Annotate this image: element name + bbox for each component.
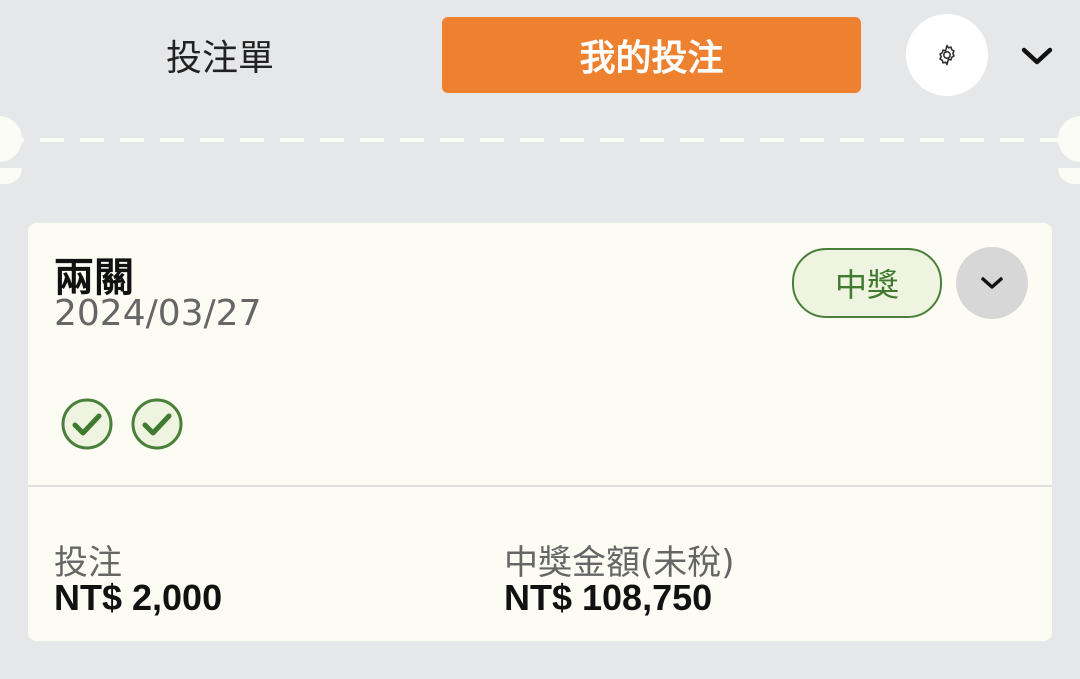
ticket-dashed-divider xyxy=(0,138,1080,142)
my-bets-screen: 投注單 我的投注 兩關 2024/03/27 中獎 投注 NT$ 2,000 中… xyxy=(0,0,1080,679)
bet-legs xyxy=(61,398,183,450)
expand-button[interactable] xyxy=(956,247,1028,319)
stake-value: NT$ 2,000 xyxy=(54,577,223,618)
status-badge: 中獎 xyxy=(792,248,942,318)
tab-betslip[interactable]: 投注單 xyxy=(120,22,320,88)
check-circle-icon xyxy=(131,398,183,450)
bet-date: 2024/03/27 xyxy=(54,293,262,334)
bet-card: 兩關 2024/03/27 中獎 投注 NT$ 2,000 中獎金額(未稅) N… xyxy=(28,223,1052,641)
chevron-down-icon xyxy=(981,277,1003,289)
tab-my-bets[interactable]: 我的投注 xyxy=(442,17,861,93)
collapse-button[interactable] xyxy=(1012,34,1062,78)
card-divider xyxy=(28,485,1052,487)
gear-icon xyxy=(939,44,955,66)
chevron-down-icon xyxy=(1021,47,1053,65)
ticket-notch-right-lower xyxy=(1058,168,1080,184)
settings-button[interactable] xyxy=(906,14,988,96)
check-circle-icon xyxy=(61,398,113,450)
winnings-value: NT$ 108,750 xyxy=(504,577,713,618)
ticket-notch-left-lower xyxy=(0,168,22,184)
